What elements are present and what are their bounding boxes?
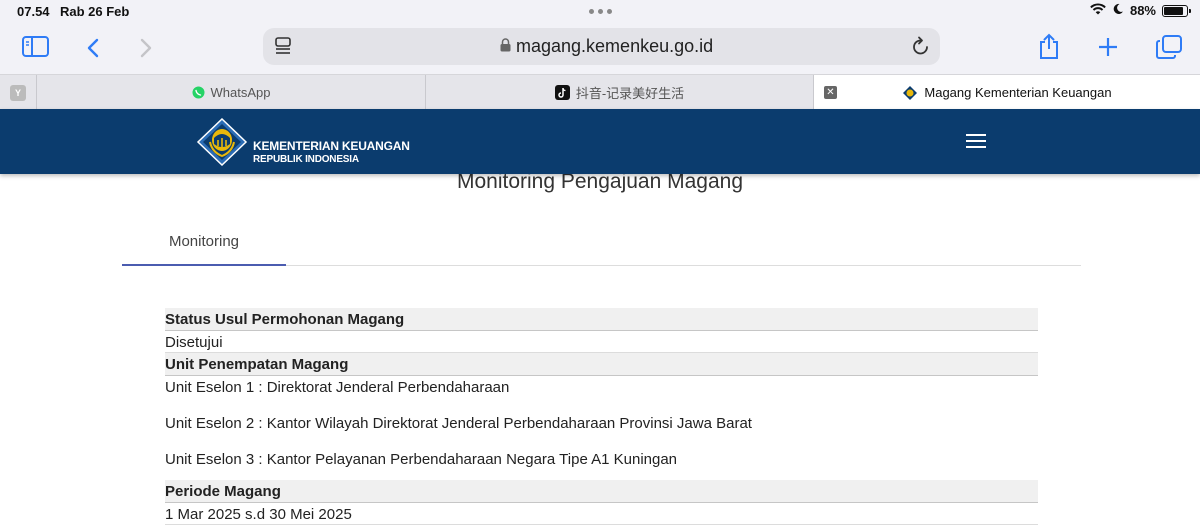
- pinned-tab[interactable]: Y: [0, 75, 37, 110]
- share-icon[interactable]: [1038, 33, 1060, 60]
- application-status-panel: Status Usul Permohonan Magang Disetujui …: [165, 308, 1038, 525]
- status-date: Rab 26 Feb: [60, 4, 130, 19]
- tab-whatsapp[interactable]: WhatsApp: [37, 75, 426, 110]
- brand-title: KEMENTERIAN KEUANGAN: [253, 139, 410, 153]
- kemenkeu-logo[interactable]: [196, 117, 248, 171]
- brand-subtitle: REPUBLIK INDONESIA: [253, 154, 359, 165]
- hamburger-menu-icon[interactable]: [966, 134, 986, 152]
- unit-eselon-2: Unit Eselon 2 : Kantor Wilayah Direktora…: [165, 415, 752, 432]
- lock-icon: [500, 38, 511, 57]
- content-tab-bar: Monitoring: [122, 220, 1081, 266]
- unit-eselon-1: Unit Eselon 1 : Direktorat Jenderal Perb…: [165, 379, 510, 396]
- page-menu-icon[interactable]: [275, 37, 291, 60]
- kemenkeu-favicon-icon: [902, 85, 918, 101]
- url-text: magang.kemenkeu.go.id: [516, 36, 714, 56]
- tab-label: Magang Kementerian Keuangan: [924, 85, 1112, 100]
- tab-magang-kemenkeu[interactable]: Magang Kementerian Keuangan: [814, 75, 1200, 110]
- tab-label: WhatsApp: [210, 85, 271, 100]
- status-value: Disetujui: [165, 331, 1038, 353]
- tab-overview-icon[interactable]: [1156, 35, 1182, 59]
- unit-heading: Unit Penempatan Magang: [165, 353, 1038, 376]
- tab-douyin[interactable]: 抖音-记录美好生活: [426, 75, 814, 110]
- browser-tab-strip: Y WhatsApp 抖音-记录美好生活 Magang Kementerian …: [0, 74, 1200, 110]
- period-heading: Periode Magang: [165, 480, 1038, 503]
- moon-icon: [1112, 3, 1124, 18]
- address-bar[interactable]: magang.kemenkeu.go.id: [263, 28, 940, 65]
- battery-percentage: 88%: [1129, 3, 1156, 18]
- tiktok-icon: [554, 85, 570, 100]
- whatsapp-icon: [192, 86, 205, 99]
- status-heading: Status Usul Permohonan Magang: [165, 308, 1038, 331]
- close-tab-icon[interactable]: ✕: [824, 86, 837, 99]
- sidebar-icon[interactable]: [22, 36, 49, 57]
- multitasking-dots-icon[interactable]: [589, 9, 612, 14]
- tab-label: 抖音-记录美好生活: [575, 86, 685, 101]
- back-icon[interactable]: [86, 38, 100, 58]
- battery-icon: [1162, 4, 1191, 17]
- reload-icon[interactable]: [912, 36, 930, 61]
- forward-icon[interactable]: [139, 38, 153, 58]
- ios-status-bar: 07.54 Rab 26 Feb 88%: [0, 0, 1200, 24]
- site-header: KEMENTERIAN KEUANGAN REPUBLIK INDONESIA: [0, 109, 1200, 174]
- tab-monitoring[interactable]: Monitoring: [122, 220, 286, 266]
- unit-eselon-3: Unit Eselon 3 : Kantor Pelayanan Perbend…: [165, 451, 678, 468]
- status-time: 07.54: [17, 4, 50, 19]
- period-value: 1 Mar 2025 s.d 30 Mei 2025: [165, 503, 1038, 525]
- wifi-icon: [1090, 3, 1106, 18]
- browser-toolbar: magang.kemenkeu.go.id: [0, 24, 1200, 74]
- new-tab-icon[interactable]: [1098, 37, 1118, 57]
- y-favicon-icon: Y: [10, 84, 26, 101]
